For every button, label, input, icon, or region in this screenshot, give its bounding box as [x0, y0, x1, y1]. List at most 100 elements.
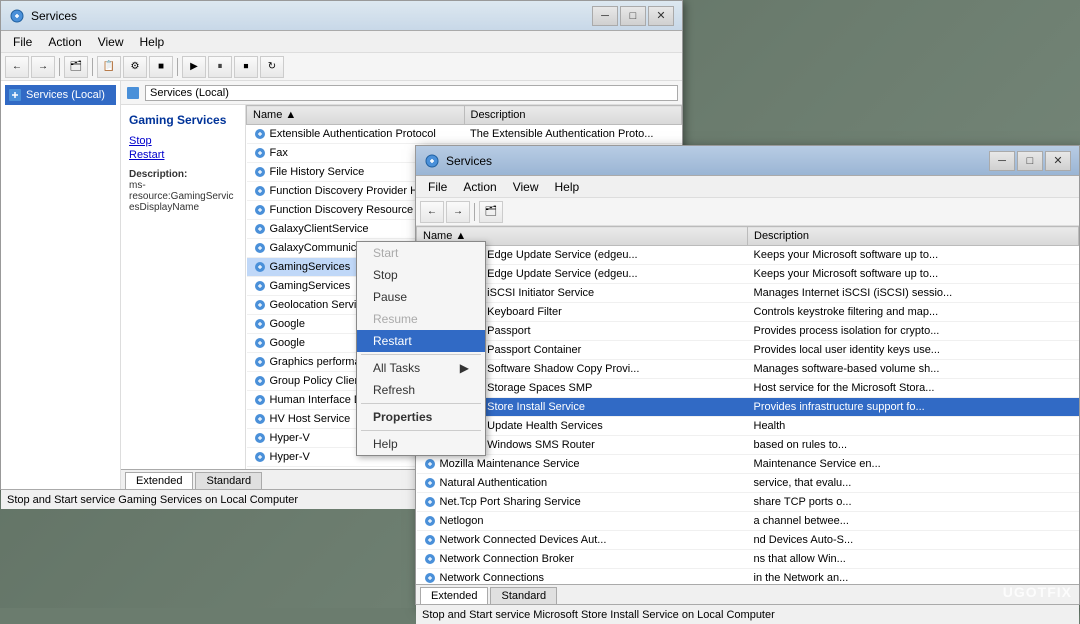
second-folder-button[interactable]: 🗂: [479, 201, 503, 223]
stop-service-button[interactable]: ■: [149, 56, 173, 78]
table-row[interactable]: Microsoft Passport Provides process isol…: [417, 322, 1079, 341]
table-row[interactable]: Microsoft Windows SMS Router based on ru…: [417, 436, 1079, 455]
service-desc-cell: Manages software-based volume sh...: [748, 360, 1079, 379]
menu-help[interactable]: Help: [132, 33, 173, 51]
desc-label: Description:: [129, 169, 187, 180]
table-row[interactable]: Network Connection Broker ns that allow …: [417, 550, 1079, 569]
service-desc-cell: Keeps your Microsoft software up to...: [748, 246, 1079, 265]
service-icon: [423, 457, 437, 471]
table-row[interactable]: Network Connections in the Network an...: [417, 569, 1079, 585]
address-input[interactable]: [145, 85, 678, 101]
restart-link[interactable]: Restart: [129, 149, 237, 161]
service-icon: [423, 552, 437, 566]
ctx-stop[interactable]: Stop: [357, 264, 485, 286]
second-toolbar-sep-1: [474, 203, 475, 221]
table-row[interactable]: Microsoft Storage Spaces SMP Host servic…: [417, 379, 1079, 398]
table-row[interactable]: Microsoft Store Install Service Provides…: [417, 398, 1079, 417]
second-maximize-button[interactable]: □: [1017, 151, 1043, 171]
service-icon: [253, 203, 267, 217]
close-button[interactable]: ✕: [648, 6, 674, 26]
toolbar-separator-3: [177, 58, 178, 76]
table-row[interactable]: Microsoft Update Health Services Health: [417, 417, 1079, 436]
second-forward-button[interactable]: →: [446, 201, 470, 223]
second-col-header-description[interactable]: Description: [748, 227, 1079, 246]
forward-button[interactable]: →: [31, 56, 55, 78]
table-row[interactable]: Netlogon a channel betwee...: [417, 512, 1079, 531]
table-row[interactable]: Microsoft Software Shadow Copy Provi... …: [417, 360, 1079, 379]
stop-link[interactable]: Stop: [129, 135, 237, 147]
table-row[interactable]: Microsoft Edge Update Service (edgeu... …: [417, 246, 1079, 265]
col-header-name[interactable]: Name ▲: [247, 106, 465, 125]
stop-button[interactable]: ⏹: [234, 56, 258, 78]
tab-extended[interactable]: Extended: [125, 472, 193, 489]
second-window-title: Services: [446, 154, 989, 168]
service-icon: [253, 431, 267, 445]
table-row[interactable]: Microsoft iSCSI Initiator Service Manage…: [417, 284, 1079, 303]
restart-button[interactable]: ↻: [260, 56, 284, 78]
table-row[interactable]: Net.Tcp Port Sharing Service share TCP p…: [417, 493, 1079, 512]
second-menu-view[interactable]: View: [505, 178, 547, 196]
second-menu-help[interactable]: Help: [547, 178, 588, 196]
second-tab-extended[interactable]: Extended: [420, 587, 488, 604]
second-window-controls: ─ □ ✕: [989, 151, 1071, 171]
address-bar: [121, 81, 682, 105]
maximize-button[interactable]: □: [620, 6, 646, 26]
table-row[interactable]: Mozilla Maintenance Service Maintenance …: [417, 455, 1079, 474]
toolbar-separator-1: [59, 58, 60, 76]
main-title-bar: Services ─ □ ✕: [1, 1, 682, 31]
second-menu-action[interactable]: Action: [455, 178, 504, 196]
minimize-button[interactable]: ─: [592, 6, 618, 26]
main-context-menu: Start Stop Pause Resume Restart All Task…: [356, 241, 486, 456]
ctx-start[interactable]: Start: [357, 242, 485, 264]
second-services-list-table: Name ▲ Description Microsoft Edge Update…: [416, 226, 1079, 584]
second-status-text: Stop and Start service Microsoft Store I…: [422, 609, 775, 621]
col-header-description[interactable]: Description: [464, 106, 682, 125]
second-back-button[interactable]: ←: [420, 201, 444, 223]
service-desc-cell: nd Devices Auto-S...: [748, 531, 1079, 550]
menu-file[interactable]: File: [5, 33, 40, 51]
services-button[interactable]: ⚙: [123, 56, 147, 78]
menu-action[interactable]: Action: [40, 33, 89, 51]
back-button[interactable]: ←: [5, 56, 29, 78]
second-menu-file[interactable]: File: [420, 178, 455, 196]
service-name-cell: Network Connection Broker: [417, 550, 748, 569]
pause-button[interactable]: ⏸: [208, 56, 232, 78]
second-close-button[interactable]: ✕: [1045, 151, 1071, 171]
service-icon: [253, 336, 267, 350]
menu-view[interactable]: View: [90, 33, 132, 51]
service-desc-cell: Provides local user identity keys use...: [748, 341, 1079, 360]
ctx-refresh[interactable]: Refresh: [357, 379, 485, 401]
address-icon: [125, 85, 141, 101]
second-minimize-button[interactable]: ─: [989, 151, 1015, 171]
window-controls: ─ □ ✕: [592, 6, 674, 26]
services-window-icon: [9, 8, 25, 24]
table-row[interactable]: Extensible Authentication Protocol The E…: [247, 125, 682, 144]
service-desc-cell: service, that evalu...: [748, 474, 1079, 493]
ctx-properties[interactable]: Properties: [357, 406, 485, 428]
table-row[interactable]: Natural Authentication service, that eva…: [417, 474, 1079, 493]
properties-button[interactable]: 📋: [97, 56, 121, 78]
second-services-table[interactable]: Name ▲ Description Microsoft Edge Update…: [416, 226, 1079, 584]
table-row[interactable]: Microsoft Passport Container Provides lo…: [417, 341, 1079, 360]
service-desc-cell: in the Network an...: [748, 569, 1079, 585]
table-row[interactable]: Microsoft Edge Update Service (edgeu... …: [417, 265, 1079, 284]
ctx-help[interactable]: Help: [357, 433, 485, 455]
service-icon: [253, 374, 267, 388]
second-services-window: Services ─ □ ✕ File Action View Help ← →…: [415, 145, 1080, 605]
service-icon: [253, 260, 267, 274]
info-heading: Gaming Services: [129, 113, 237, 127]
play-button[interactable]: ▶: [182, 56, 206, 78]
ctx-all-tasks[interactable]: All Tasks ▶: [357, 357, 485, 379]
tab-standard[interactable]: Standard: [195, 472, 262, 489]
folder-button[interactable]: 🗂: [64, 56, 88, 78]
info-panel: Gaming Services Stop Restart Description…: [121, 105, 246, 469]
ctx-restart[interactable]: Restart: [357, 330, 485, 352]
ctx-sep-1: [361, 354, 481, 355]
table-row[interactable]: Network Connected Devices Aut... nd Devi…: [417, 531, 1079, 550]
table-row[interactable]: Microsoft Keyboard Filter Controls keyst…: [417, 303, 1079, 322]
tree-item-services-local[interactable]: Services (Local): [5, 85, 116, 105]
second-tab-standard[interactable]: Standard: [490, 587, 557, 604]
service-name-cell: Natural Authentication: [417, 474, 748, 493]
ctx-resume[interactable]: Resume: [357, 308, 485, 330]
ctx-pause[interactable]: Pause: [357, 286, 485, 308]
